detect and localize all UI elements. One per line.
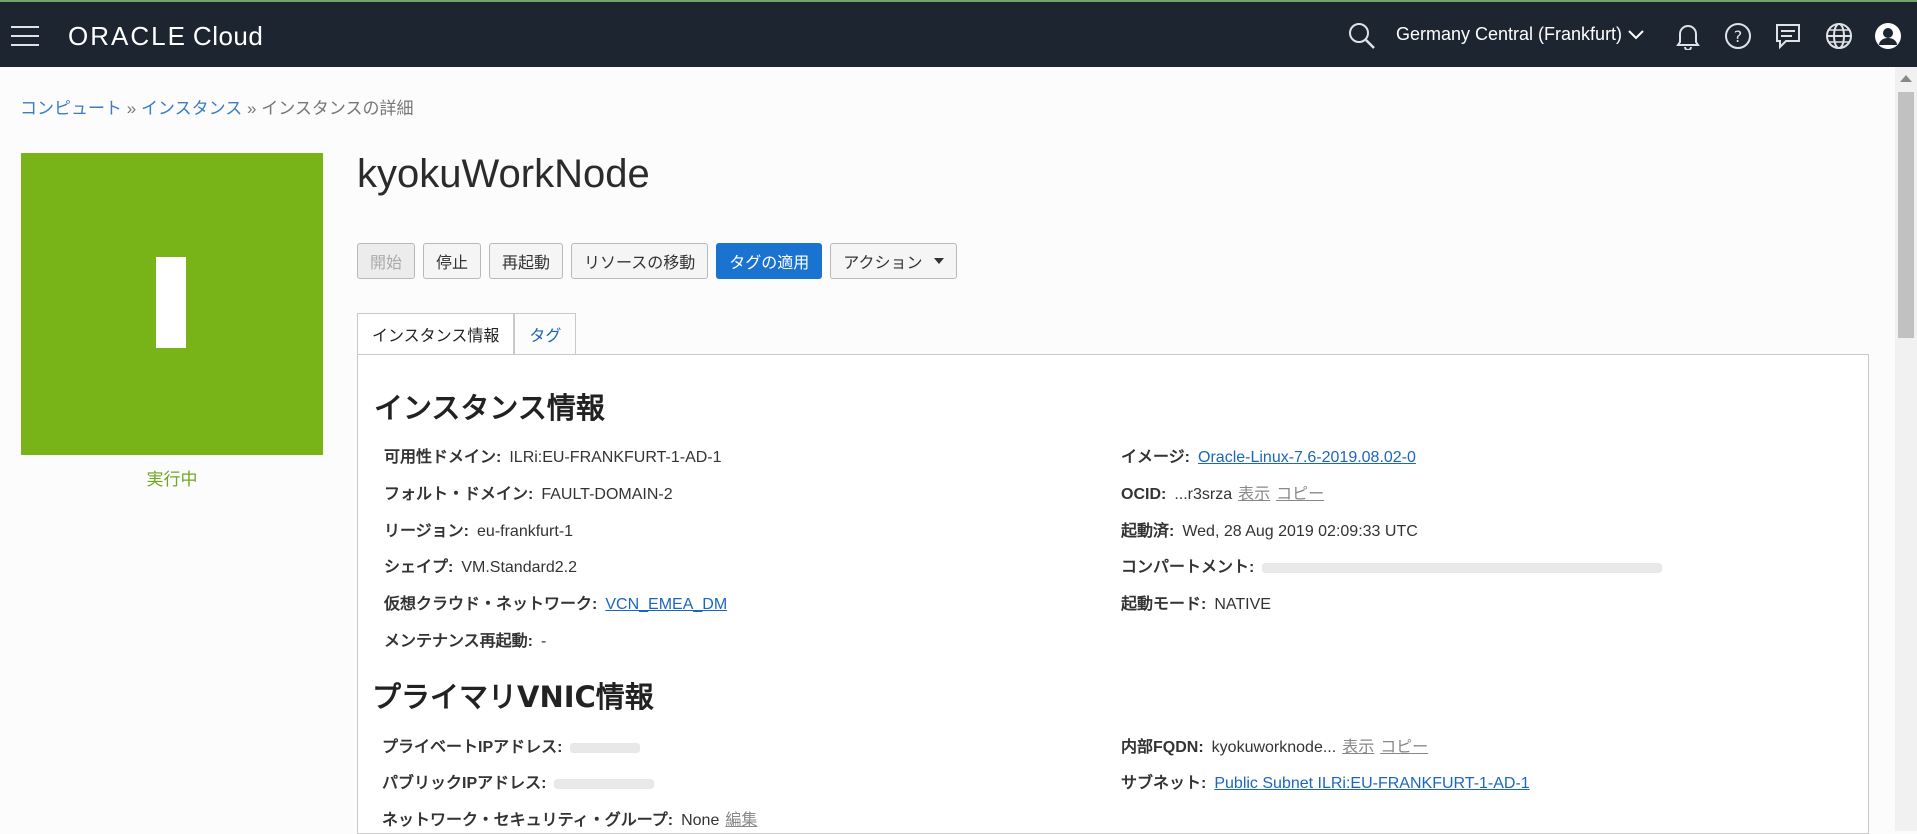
- region-row: リージョン: eu-frankfurt-1: [384, 517, 573, 541]
- actions-dropdown-label: アクション: [843, 255, 923, 272]
- start-button[interactable]: 開始: [357, 243, 416, 279]
- user-profile-icon[interactable]: [1873, 21, 1903, 51]
- instance-letter-icon: [156, 257, 186, 348]
- maintenance-label: メンテナンス再起動:: [384, 633, 534, 650]
- actions-dropdown[interactable]: アクション: [830, 243, 958, 279]
- caret-down-icon: [934, 258, 945, 264]
- oracle-cloud-logo[interactable]: ORACLE Cloud: [68, 21, 263, 52]
- private-ip-row: プライベートIPアドレス:: [382, 733, 641, 757]
- action-toolbar: 開始 停止 再起動 リソースの移動 タグの適用 アクション: [357, 243, 958, 279]
- breadcrumb: コンピュート » インスタンス » インスタンスの詳細: [20, 94, 414, 119]
- compartment-row: コンパートメント:: [1121, 553, 1663, 577]
- launched-label: 起動済:: [1121, 523, 1175, 540]
- fqdn-value: kyokuworknode...: [1211, 739, 1337, 756]
- launch-mode-label: 起動モード:: [1121, 596, 1207, 613]
- launched-row: 起動済: Wed, 28 Aug 2019 02:09:33 UTC: [1121, 517, 1418, 541]
- tab-bar: インスタンス情報 タグ: [357, 313, 577, 354]
- help-icon[interactable]: ?: [1723, 21, 1753, 51]
- ocid-row: OCID: ...r3srza 表示 コピー: [1121, 480, 1324, 504]
- search-icon[interactable]: [1347, 21, 1377, 51]
- availability-domain-row: 可用性ドメイン: ILRi:EU-FRANKFURT-1-AD-1: [384, 443, 722, 467]
- fqdn-copy-link[interactable]: コピー: [1380, 739, 1428, 756]
- subnet-row: サブネット: Public Subnet ILRi:EU-FRANKFURT-1-…: [1121, 769, 1530, 793]
- region-value: eu-frankfurt-1: [477, 523, 574, 540]
- bell-icon[interactable]: [1673, 21, 1703, 51]
- subnet-link[interactable]: Public Subnet ILRi:EU-FRANKFURT-1-AD-1: [1214, 775, 1529, 792]
- ocid-show-link[interactable]: 表示: [1238, 486, 1270, 503]
- image-link[interactable]: Oracle-Linux-7.6-2019.08.02-0: [1198, 449, 1416, 466]
- fault-domain-value: FAULT-DOMAIN-2: [541, 486, 673, 503]
- vcn-link[interactable]: VCN_EMEA_DM: [605, 596, 727, 613]
- compartment-redacted-value: [1262, 562, 1663, 573]
- nsg-edit-link[interactable]: 編集: [725, 812, 757, 829]
- private-ip-redacted-value: [570, 742, 641, 753]
- region-label-field: リージョン:: [384, 523, 470, 540]
- move-resource-button[interactable]: リソースの移動: [571, 243, 709, 279]
- fqdn-show-link[interactable]: 表示: [1342, 739, 1374, 756]
- tab-tags[interactable]: タグ: [514, 313, 577, 354]
- status-label: 実行中: [146, 470, 198, 489]
- chat-icon[interactable]: [1773, 21, 1803, 51]
- chevron-down-icon: [1628, 29, 1644, 39]
- public-ip-redacted-value: [554, 778, 655, 789]
- breadcrumb-compute[interactable]: コンピュート: [20, 99, 122, 118]
- fqdn-row: 内部FQDN: kyokuworknode... 表示 コピー: [1121, 733, 1428, 757]
- ocid-value: ...r3srza: [1174, 486, 1233, 503]
- nsg-value: None: [681, 812, 720, 829]
- maintenance-value: -: [541, 633, 547, 650]
- nsg-row: ネットワーク・セキュリティ・グループ: None 編集: [382, 806, 757, 830]
- vnic-info-heading: プライマリVNIC情報: [372, 680, 654, 714]
- region-selector[interactable]: Germany Central (Frankfurt): [1396, 24, 1644, 45]
- private-ip-label: プライベートIPアドレス:: [382, 739, 563, 756]
- compartment-label: コンパートメント:: [1121, 559, 1255, 576]
- launch-mode-value: NATIVE: [1214, 596, 1271, 613]
- fault-domain-label: フォルト・ドメイン:: [384, 486, 534, 503]
- image-row: イメージ: Oracle-Linux-7.6-2019.08.02-0: [1121, 443, 1416, 467]
- image-label: イメージ:: [1121, 449, 1191, 466]
- availability-domain-value: ILRi:EU-FRANKFURT-1-AD-1: [509, 449, 722, 466]
- shape-row: シェイプ: VM.Standard2.2: [384, 553, 577, 577]
- launch-mode-row: 起動モード: NATIVE: [1121, 590, 1271, 614]
- fault-domain-row: フォルト・ドメイン: FAULT-DOMAIN-2: [384, 480, 673, 504]
- apply-tags-button[interactable]: タグの適用: [716, 243, 823, 279]
- launched-value: Wed, 28 Aug 2019 02:09:33 UTC: [1182, 523, 1418, 540]
- reboot-button[interactable]: 再起動: [489, 243, 564, 279]
- maintenance-row: メンテナンス再起動: -: [384, 627, 546, 651]
- breadcrumb-current: インスタンスの詳細: [261, 99, 414, 118]
- page-title: kyokuWorkNode: [357, 152, 650, 196]
- vcn-label: 仮想クラウド・ネットワーク:: [384, 596, 598, 613]
- breadcrumb-instances[interactable]: インスタンス: [141, 99, 242, 118]
- nsg-label: ネットワーク・セキュリティ・グループ:: [382, 812, 674, 829]
- stop-button[interactable]: 停止: [423, 243, 482, 279]
- ocid-label: OCID:: [1121, 486, 1167, 503]
- svg-text:?: ?: [1734, 27, 1743, 46]
- shape-value: VM.Standard2.2: [461, 559, 577, 576]
- breadcrumb-separator: »: [126, 99, 137, 118]
- scroll-up-arrow-icon[interactable]: [1900, 75, 1912, 82]
- region-label: Germany Central (Frankfurt): [1396, 24, 1623, 44]
- fqdn-label: 内部FQDN:: [1121, 739, 1204, 756]
- public-ip-label: パブリックIPアドレス:: [382, 775, 547, 792]
- public-ip-row: パブリックIPアドレス:: [382, 769, 655, 793]
- scrollbar-thumb[interactable]: [1898, 92, 1914, 338]
- menu-icon[interactable]: [11, 26, 39, 46]
- vcn-row: 仮想クラウド・ネットワーク: VCN_EMEA_DM: [384, 590, 727, 614]
- breadcrumb-separator: »: [247, 99, 257, 118]
- globe-icon[interactable]: [1824, 21, 1854, 51]
- instance-info-heading: インスタンス情報: [374, 391, 605, 425]
- ocid-copy-link[interactable]: コピー: [1276, 486, 1324, 503]
- subnet-label: サブネット:: [1121, 775, 1207, 792]
- availability-domain-label: 可用性ドメイン:: [384, 449, 502, 466]
- shape-label: シェイプ:: [384, 559, 454, 576]
- tab-instance-info[interactable]: インスタンス情報: [357, 313, 515, 354]
- top-navigation-bar: ORACLE Cloud Germany Central (Frankfurt) …: [0, 0, 1917, 67]
